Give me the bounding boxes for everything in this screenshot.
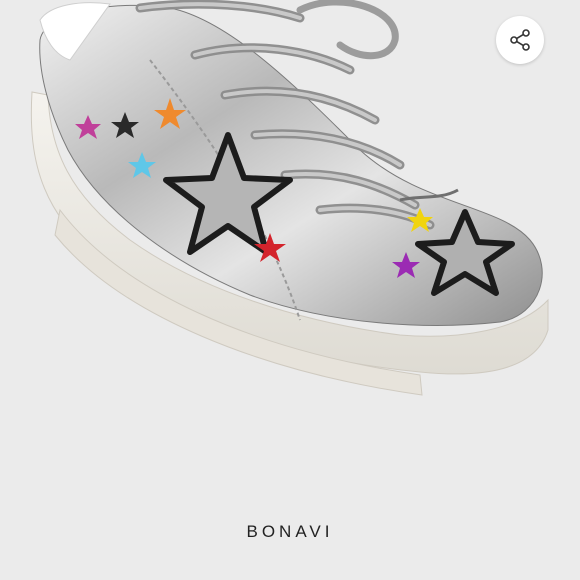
share-button[interactable] [496,16,544,64]
share-icon [508,28,532,52]
brand-name[interactable]: BONAVI [0,522,580,542]
listing-image-view: BONAVI [0,0,580,580]
product-photo[interactable] [0,0,580,580]
